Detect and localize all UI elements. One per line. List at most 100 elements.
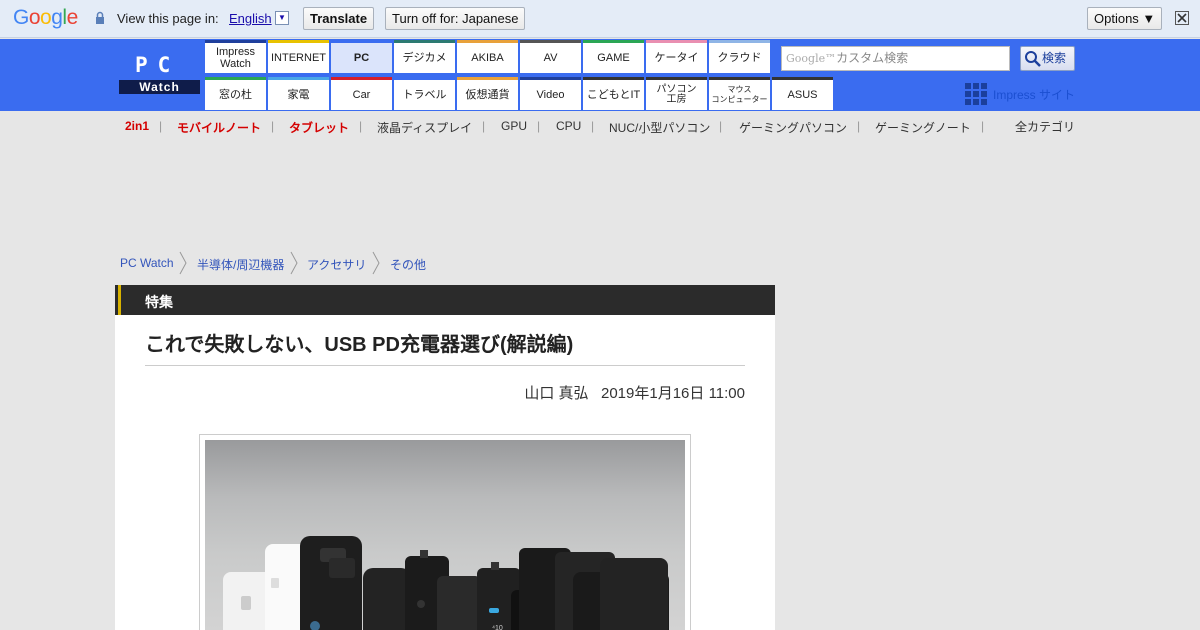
category-separator: |: [981, 119, 985, 133]
search-button[interactable]: 検索: [1020, 46, 1075, 71]
translate-bar: Google View this page in: English ▼ Tran…: [0, 0, 1200, 38]
nav-item-bottom-2[interactable]: Car: [331, 77, 392, 110]
category-link[interactable]: ゲーミングノート: [875, 119, 971, 136]
logo-watch-text: Watch: [119, 80, 200, 94]
nav-item-top-5[interactable]: AV: [520, 40, 581, 73]
nav-color-bar: [583, 40, 644, 43]
lock-icon: [96, 11, 104, 24]
section-label: 特集: [145, 294, 173, 310]
article-byline: 山口 真弘 2019年1月16日 11:00: [500, 382, 745, 403]
svg-text:⁴10: ⁴10: [492, 625, 503, 630]
nav-item-bottom-5[interactable]: Video: [520, 77, 581, 110]
chevron-right-icon: [290, 251, 298, 275]
nav-item-bottom-6[interactable]: こどもとIT: [583, 77, 644, 110]
nav-item-label: AKIBA: [471, 52, 504, 64]
nav-item-bottom-0[interactable]: 窓の杜: [205, 77, 266, 110]
nav-item-bottom-9[interactable]: ASUS: [772, 77, 833, 110]
category-link[interactable]: CPU: [556, 119, 581, 133]
nav-item-label: AV: [543, 52, 558, 64]
category-separator: |: [359, 119, 363, 133]
nav-item-bottom-7[interactable]: パソコン 工房: [646, 77, 707, 110]
impress-sites-label: Impress サイト: [993, 88, 1076, 102]
nav-item-label: マウス コンピューター: [711, 85, 768, 104]
translate-button[interactable]: Translate: [303, 7, 375, 30]
nav-item-label: 窓の杜: [219, 89, 252, 101]
language-select[interactable]: English: [229, 11, 272, 26]
nav-item-label: こどもとIT: [586, 89, 641, 101]
nav-color-bar: [520, 40, 581, 43]
category-separator: |: [159, 119, 163, 133]
breadcrumb-link[interactable]: 半導体/周辺機器: [197, 256, 284, 273]
nav-item-bottom-1[interactable]: 家電: [268, 77, 329, 110]
nav-color-bar: [646, 77, 707, 80]
category-separator: |: [591, 119, 595, 133]
category-link[interactable]: 2in1: [125, 119, 149, 133]
nav-item-label: 仮想通貨: [465, 89, 510, 101]
category-link[interactable]: モバイルノート: [177, 119, 261, 136]
category-nav: 全カテゴリ 2in1 | モバイルノート | タブレット | 液晶ディスプレイ | GPU | CP…: [115, 111, 1085, 139]
nav-item-label: Impress Watch: [215, 46, 256, 70]
nav-item-label: INTERNET: [271, 52, 326, 64]
article-title: これで失敗しない、USB PD充電器選び(解説編): [145, 334, 574, 356]
search-placeholder: カスタム検索: [836, 51, 909, 65]
nav-item-top-6[interactable]: GAME: [583, 40, 644, 73]
all-categories-link[interactable]: 全カテゴリ: [1015, 118, 1075, 135]
nav-item-top-7[interactable]: ケータイ: [646, 40, 707, 73]
turn-off-button[interactable]: Turn off for: Japanese: [385, 7, 526, 30]
nav-item-top-1[interactable]: INTERNET: [268, 40, 329, 73]
nav-item-label: Video: [536, 89, 565, 101]
nav-item-top-8[interactable]: クラウド: [709, 40, 770, 73]
nav-color-bar: [394, 40, 455, 43]
nav-item-label: クラウド: [717, 52, 762, 64]
options-button[interactable]: Options ▼: [1087, 7, 1163, 30]
category-link[interactable]: ゲーミングパソコン: [739, 119, 847, 136]
nav-color-bar: [268, 77, 329, 80]
category-link[interactable]: 液晶ディスプレイ: [377, 119, 472, 136]
nav-item-label: トラベル: [402, 89, 447, 101]
category-link[interactable]: NUC/小型パソコン: [609, 119, 710, 136]
category-separator: |: [857, 119, 861, 133]
nav-item-bottom-8[interactable]: マウス コンピューター: [709, 77, 770, 110]
chevron-right-icon: [372, 251, 380, 275]
search-brand: Google™: [786, 52, 837, 65]
nav-item-top-4[interactable]: AKIBA: [457, 40, 518, 73]
nav-color-bar: [394, 77, 455, 80]
nav-color-bar: [457, 40, 518, 43]
nav-color-bar: [205, 77, 266, 80]
search-icon: [1025, 51, 1041, 67]
breadcrumb-link[interactable]: アクセサリ: [307, 256, 366, 273]
category-separator: |: [719, 119, 723, 133]
nav-color-bar: [709, 40, 770, 43]
author-name[interactable]: 山口 真弘: [524, 385, 588, 402]
nav-item-top-0[interactable]: Impress Watch: [205, 40, 266, 73]
nav-item-top-3[interactable]: デジカメ: [394, 40, 455, 73]
article-image[interactable]: ⁴10: [205, 440, 685, 630]
search-button-label: 検索: [1042, 51, 1067, 65]
close-icon[interactable]: [1175, 11, 1189, 25]
category-link[interactable]: タブレット: [289, 119, 349, 136]
view-page-label: View this page in:: [117, 11, 219, 26]
nav-item-bottom-3[interactable]: トラベル: [394, 77, 455, 110]
category-separator: |: [482, 119, 486, 133]
section-header: 特集: [115, 285, 775, 315]
nav-item-label: ASUS: [787, 89, 818, 101]
nav-color-bar: [709, 77, 770, 80]
chevron-right-icon: [179, 251, 187, 275]
nav-color-bar: [646, 40, 707, 43]
search-input[interactable]: Google™カスタム検索: [781, 46, 1010, 71]
category-link[interactable]: GPU: [501, 119, 527, 133]
nav-item-top-2[interactable]: PC: [331, 40, 392, 73]
category-separator: |: [271, 119, 275, 133]
nav-color-bar: [457, 77, 518, 80]
chevron-down-icon[interactable]: ▼: [275, 11, 289, 25]
grid-icon: [965, 83, 987, 105]
usb-chargers-photo: ⁴10: [223, 536, 669, 630]
title-divider: [145, 365, 745, 366]
nav-color-bar: [331, 77, 392, 80]
nav-color-bar: [520, 77, 581, 80]
site-logo[interactable]: PC Watch: [115, 39, 205, 111]
google-logo: Google: [13, 6, 78, 29]
nav-item-bottom-4[interactable]: 仮想通貨: [457, 77, 518, 110]
breadcrumb-link[interactable]: PC Watch: [120, 256, 174, 270]
breadcrumb-link[interactable]: その他: [390, 256, 426, 273]
